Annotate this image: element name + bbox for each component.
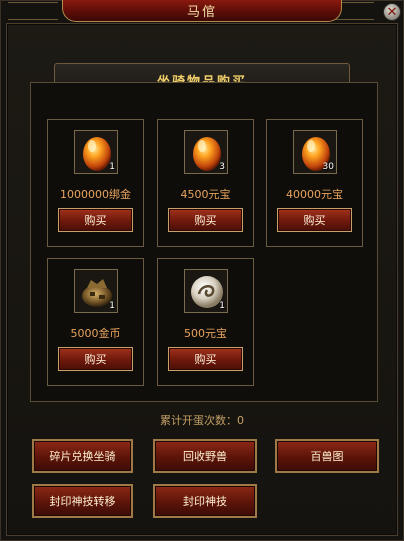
shop-item-card: 30 40000元宝 购买 (266, 119, 363, 247)
shop-item-card: 1 5000金币 购买 (47, 258, 144, 386)
recycle-beast-button[interactable]: 回收野兽 (153, 439, 257, 473)
exchange-mount-button[interactable]: 碎片兑换坐骑 (32, 439, 133, 473)
shop-item-card: 1 1000000绑金 购买 (47, 119, 144, 247)
egg-open-counter: 累计开蛋次数：0 (160, 414, 244, 427)
close-icon: ✕ (386, 4, 398, 20)
item-quantity: 1 (219, 301, 225, 311)
buy-button[interactable]: 购买 (58, 347, 133, 371)
item-slot[interactable]: 1 (184, 269, 228, 313)
seal-skill-button[interactable]: 封印神技 (153, 484, 257, 518)
item-price: 1000000绑金 (60, 188, 131, 201)
title-ornament-left (8, 2, 58, 20)
buy-button[interactable]: 购买 (168, 208, 243, 232)
item-slot[interactable]: 3 (184, 130, 228, 174)
item-quantity: 1 (109, 162, 115, 172)
item-quantity: 3 (219, 162, 225, 172)
item-slot[interactable]: 1 (74, 269, 118, 313)
shop-item-card: 1 500元宝 购买 (157, 258, 254, 386)
window-title-bar: 马倌 (62, 0, 342, 22)
close-button[interactable]: ✕ (383, 3, 401, 21)
window-title: 马倌 (186, 5, 217, 20)
item-price: 40000元宝 (286, 188, 343, 201)
buy-button[interactable]: 购买 (58, 208, 133, 232)
buy-button[interactable]: 购买 (277, 208, 352, 232)
item-quantity: 30 (322, 162, 334, 172)
buy-button[interactable]: 购买 (168, 347, 243, 371)
item-slot[interactable]: 30 (293, 130, 337, 174)
seal-skill-transfer-button[interactable]: 封印神技转移 (32, 484, 133, 518)
shop-item-card: 3 4500元宝 购买 (157, 119, 254, 247)
item-price: 4500元宝 (180, 188, 231, 201)
item-price: 5000金币 (70, 327, 121, 340)
beast-gallery-button[interactable]: 百兽图 (275, 439, 379, 473)
item-price: 500元宝 (184, 327, 227, 340)
item-slot[interactable]: 1 (74, 130, 118, 174)
item-quantity: 1 (109, 301, 115, 311)
